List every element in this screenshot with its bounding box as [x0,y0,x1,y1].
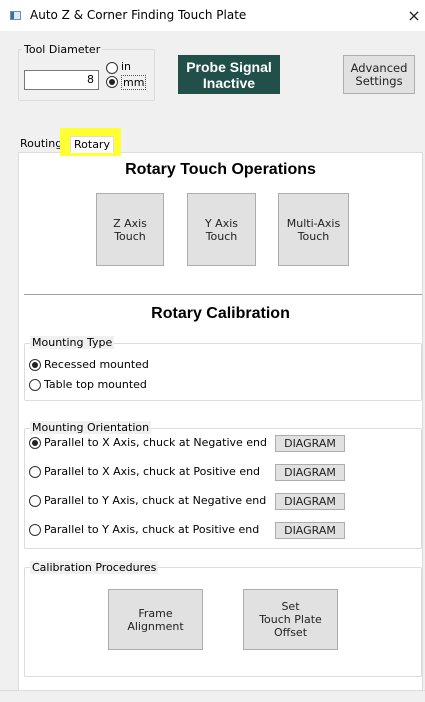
diagram-button[interactable]: DIAGRAM [275,435,345,452]
table-top-mounted-label: Table top mounted [44,378,147,391]
orientation-y-negative-radio[interactable] [29,495,41,507]
orientation-x-positive-radio[interactable] [29,466,41,478]
calibration-procedures-group [24,567,422,677]
app-icon [10,11,21,20]
unit-mm-label: mm [121,75,147,90]
table-top-mounted-radio[interactable] [29,379,41,391]
orientation-y-negative-label: Parallel to Y Axis, chuck at Negative en… [44,494,267,507]
advanced-settings-button[interactable]: Advanced Settings [343,55,415,94]
tool-diameter-label: Tool Diameter [22,43,103,56]
multi-axis-touch-button[interactable]: Multi-Axis Touch [278,193,349,266]
orientation-x-negative-label: Parallel to X Axis, chuck at Negative en… [44,436,268,449]
rotary-touch-heading: Rotary Touch Operations [125,161,316,178]
unit-in-radio[interactable] [106,62,118,74]
recessed-mounted-label: Recessed mounted [44,358,149,371]
tab-routing[interactable]: Routing [20,137,64,153]
y-axis-touch-button[interactable]: Y Axis Touch [187,193,256,266]
diagram-button[interactable]: DIAGRAM [275,464,345,481]
probe-signal-status: Probe Signal Inactive [178,55,280,94]
z-axis-touch-button[interactable]: Z Axis Touch [96,193,164,266]
mounting-orientation-label: Mounting Orientation [30,421,152,434]
tool-diameter-input[interactable]: 8 [24,70,99,90]
window-bottom-edge [0,690,425,702]
unit-in-label: in [121,60,132,73]
mounting-type-group [24,343,422,401]
rotary-calibration-heading: Rotary Calibration [151,305,290,322]
diagram-button[interactable]: DIAGRAM [275,493,345,510]
close-icon[interactable]: × [403,5,425,27]
mounting-type-label: Mounting Type [30,336,115,349]
window-title: Auto Z & Corner Finding Touch Plate [30,8,247,22]
orientation-y-positive-label: Parallel to Y Axis, chuck at Positive en… [44,523,260,536]
frame-alignment-button[interactable]: Frame Alignment [108,589,203,650]
section-divider [24,294,422,295]
orientation-y-positive-radio[interactable] [29,524,41,536]
orientation-x-negative-radio[interactable] [29,437,41,449]
recessed-mounted-radio[interactable] [29,359,41,371]
calibration-procedures-label: Calibration Procedures [30,561,159,574]
diagram-button[interactable]: DIAGRAM [275,522,345,539]
unit-mm-radio[interactable] [106,76,118,88]
set-touch-plate-offset-button[interactable]: Set Touch Plate Offset [243,589,338,650]
tab-rotary-label: Rotary [74,138,110,151]
orientation-x-positive-label: Parallel to X Axis, chuck at Positive en… [44,465,261,478]
